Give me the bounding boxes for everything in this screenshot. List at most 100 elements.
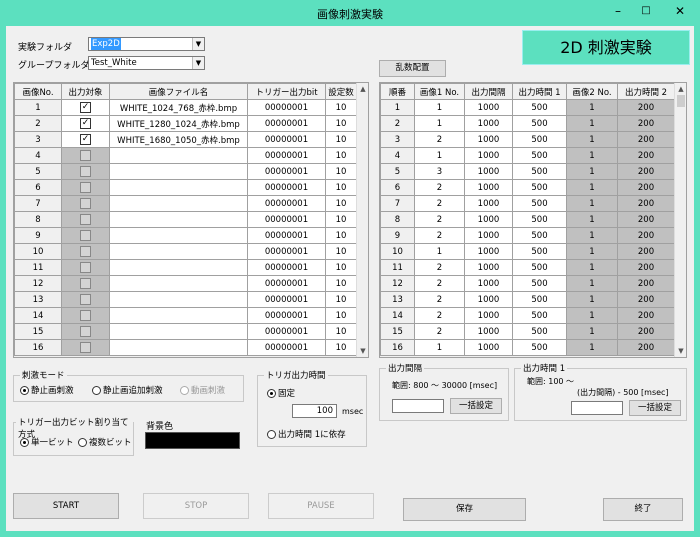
table-row[interactable]: 12 2 1000 500 1 200 (380, 275, 675, 292)
trigger-bit-cell[interactable]: 00000001 (247, 99, 326, 116)
count-cell[interactable]: 10 (325, 307, 357, 324)
checkbox-unchecked-icon[interactable] (80, 198, 91, 209)
output-time1-cell[interactable]: 500 (512, 179, 567, 196)
radio-single-bit[interactable]: 単一ビット (20, 436, 74, 448)
start-button[interactable]: START (13, 493, 119, 519)
file-name-cell[interactable] (109, 323, 248, 340)
output-interval-cell[interactable]: 1000 (464, 99, 513, 116)
output-interval-cell[interactable]: 1000 (464, 195, 513, 212)
output-target-cell[interactable] (61, 323, 110, 340)
count-cell[interactable]: 10 (325, 115, 357, 132)
table-row[interactable]: 1 ✓ WHITE_1024_768_赤枠.bmp 00000001 10 (14, 99, 357, 116)
output-time2-cell[interactable]: 200 (617, 211, 675, 228)
checkbox-unchecked-icon[interactable] (80, 278, 91, 289)
trigger-bit-cell[interactable]: 00000001 (247, 211, 326, 228)
output-interval-cell[interactable]: 1000 (464, 147, 513, 164)
output-time1-cell[interactable]: 500 (512, 115, 567, 132)
trigger-bit-cell[interactable]: 00000001 (247, 179, 326, 196)
image2-no-cell[interactable]: 1 (566, 99, 618, 116)
output-interval-cell[interactable]: 1000 (464, 243, 513, 260)
count-cell[interactable]: 10 (325, 179, 357, 196)
image1-no-cell[interactable]: 2 (414, 227, 465, 244)
file-name-cell[interactable] (109, 243, 248, 260)
radio-multi-bit[interactable]: 複数ビット (78, 436, 132, 448)
scroll-thumb[interactable] (677, 95, 685, 107)
file-name-cell[interactable]: WHITE_1280_1024_赤枠.bmp (109, 115, 248, 132)
checkbox-unchecked-icon[interactable] (80, 214, 91, 225)
image1-no-cell[interactable]: 1 (414, 243, 465, 260)
trigger-bit-cell[interactable]: 00000001 (247, 227, 326, 244)
image1-no-cell[interactable]: 1 (414, 339, 465, 356)
table-row[interactable]: 13 2 1000 500 1 200 (380, 291, 675, 308)
image1-no-cell[interactable]: 2 (414, 307, 465, 324)
image2-no-cell[interactable]: 1 (566, 115, 618, 132)
output-time2-cell[interactable]: 200 (617, 275, 675, 292)
table-row[interactable]: 9 00000001 10 (14, 227, 357, 244)
output-target-cell[interactable]: ✓ (61, 131, 110, 148)
count-cell[interactable]: 10 (325, 275, 357, 292)
scroll-up-icon[interactable]: ▲ (675, 83, 686, 95)
file-name-cell[interactable] (109, 227, 248, 244)
image2-no-cell[interactable]: 1 (566, 307, 618, 324)
image1-no-cell[interactable]: 2 (414, 291, 465, 308)
output-time1-cell[interactable]: 500 (512, 323, 567, 340)
checkbox-unchecked-icon[interactable] (80, 262, 91, 273)
output-time2-cell[interactable]: 200 (617, 243, 675, 260)
table-row[interactable]: 12 00000001 10 (14, 275, 357, 292)
file-name-cell[interactable] (109, 179, 248, 196)
output-time1-input[interactable] (571, 401, 623, 415)
checkbox-unchecked-icon[interactable] (80, 294, 91, 305)
table-row[interactable]: 5 3 1000 500 1 200 (380, 163, 675, 180)
checkbox-unchecked-icon[interactable] (80, 326, 91, 337)
shuffle-button[interactable]: 乱数配置 (379, 60, 446, 77)
image1-no-cell[interactable]: 1 (414, 115, 465, 132)
image1-no-cell[interactable]: 2 (414, 179, 465, 196)
file-name-cell[interactable] (109, 211, 248, 228)
experiment-folder-select[interactable]: Exp2D ▼ (88, 37, 205, 51)
output-target-cell[interactable]: ✓ (61, 99, 110, 116)
output-target-cell[interactable] (61, 147, 110, 164)
sequence-table-scrollbar[interactable]: ▲ ▼ (674, 83, 686, 357)
image2-no-cell[interactable]: 1 (566, 179, 618, 196)
checkbox-unchecked-icon[interactable] (80, 166, 91, 177)
image2-no-cell[interactable]: 1 (566, 195, 618, 212)
image1-no-cell[interactable]: 2 (414, 195, 465, 212)
count-cell[interactable]: 10 (325, 147, 357, 164)
checkbox-checked-icon[interactable]: ✓ (80, 102, 91, 113)
checkbox-unchecked-icon[interactable] (80, 246, 91, 257)
file-name-cell[interactable] (109, 291, 248, 308)
output-time1-cell[interactable]: 500 (512, 227, 567, 244)
table-row[interactable]: 16 00000001 10 (14, 339, 357, 356)
image1-no-cell[interactable]: 1 (414, 147, 465, 164)
table-row[interactable]: 15 2 1000 500 1 200 (380, 323, 675, 340)
trigger-bit-cell[interactable]: 00000001 (247, 115, 326, 132)
trigger-bit-cell[interactable]: 00000001 (247, 163, 326, 180)
output-interval-cell[interactable]: 1000 (464, 275, 513, 292)
trigger-bit-cell[interactable]: 00000001 (247, 291, 326, 308)
checkbox-unchecked-icon[interactable] (80, 182, 91, 193)
output-time1-cell[interactable]: 500 (512, 131, 567, 148)
table-row[interactable]: 14 2 1000 500 1 200 (380, 307, 675, 324)
count-cell[interactable]: 10 (325, 163, 357, 180)
output-time1-cell[interactable]: 500 (512, 211, 567, 228)
radio-static-stim[interactable]: 静止画刺激 (20, 384, 74, 396)
output-time2-cell[interactable]: 200 (617, 339, 675, 356)
table-row[interactable]: 10 1 1000 500 1 200 (380, 243, 675, 260)
count-cell[interactable]: 10 (325, 195, 357, 212)
checkbox-checked-icon[interactable]: ✓ (80, 134, 91, 145)
checkbox-unchecked-icon[interactable] (80, 310, 91, 321)
output-time2-cell[interactable]: 200 (617, 323, 675, 340)
output-interval-cell[interactable]: 1000 (464, 307, 513, 324)
group-folder-select[interactable]: Test_White ▼ (88, 56, 205, 70)
table-row[interactable]: 16 1 1000 500 1 200 (380, 339, 675, 356)
output-interval-cell[interactable]: 1000 (464, 179, 513, 196)
output-interval-input[interactable] (392, 399, 444, 413)
output-interval-cell[interactable]: 1000 (464, 323, 513, 340)
image2-no-cell[interactable]: 1 (566, 131, 618, 148)
table-row[interactable]: 10 00000001 10 (14, 243, 357, 260)
count-cell[interactable]: 10 (325, 339, 357, 356)
file-name-cell[interactable] (109, 163, 248, 180)
file-name-cell[interactable] (109, 307, 248, 324)
file-name-cell[interactable]: WHITE_1680_1050_赤枠.bmp (109, 131, 248, 148)
save-button[interactable]: 保存 (403, 498, 526, 521)
